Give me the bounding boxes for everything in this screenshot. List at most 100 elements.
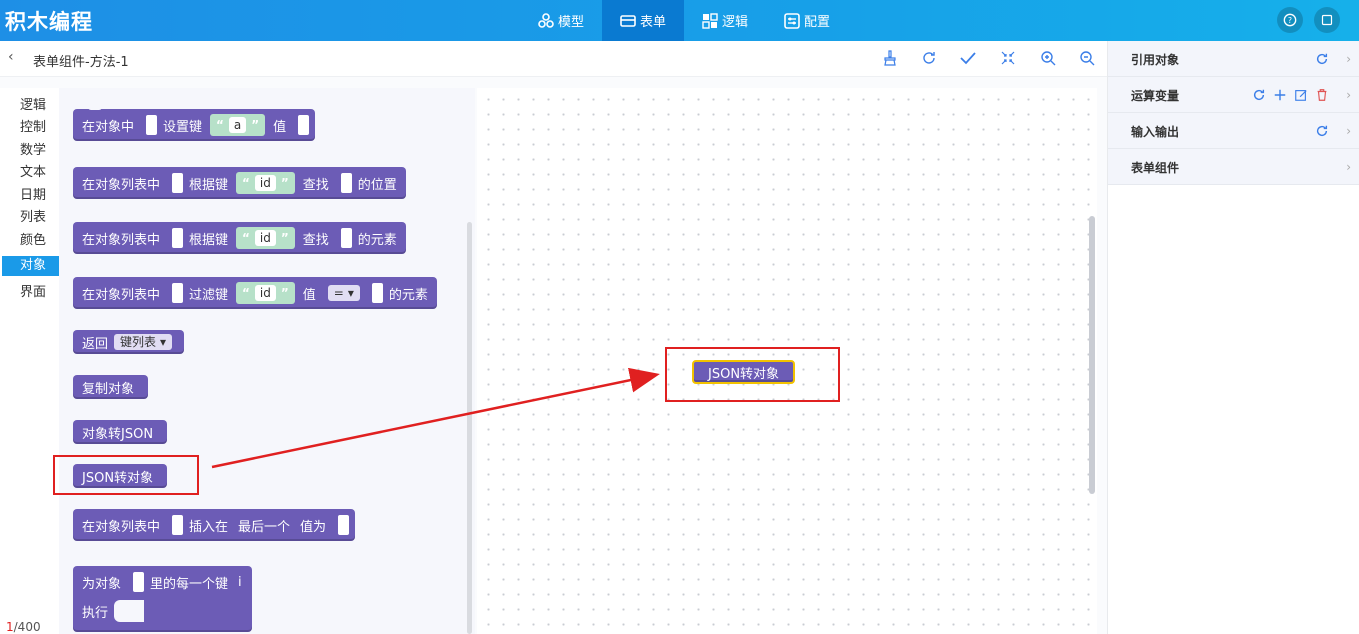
- block-return-keys[interactable]: 返回 键列表 ▾: [73, 330, 185, 354]
- input-slot[interactable]: [172, 228, 184, 248]
- category-text[interactable]: 文本: [20, 161, 46, 180]
- back-button[interactable]: ‹: [8, 49, 14, 65]
- section-label: 输入输出: [1131, 125, 1180, 139]
- block-text: 在对象列表中: [82, 232, 161, 248]
- app-title: 积木编程: [5, 10, 93, 34]
- block-copy-object[interactable]: 复制对象: [73, 375, 149, 399]
- logic-icon: [702, 12, 718, 29]
- dropdown-value: 键列表: [120, 335, 157, 349]
- operator-dropdown[interactable]: = ▾: [327, 285, 360, 301]
- breadcrumb: 表单组件-方法-1: [33, 55, 129, 70]
- block-text: 根据键: [189, 232, 229, 248]
- block-for-each-key[interactable]: 为对象 里的每一个键 i 执行: [73, 566, 252, 632]
- block-text: 值: [273, 119, 287, 135]
- nav-tab-config[interactable]: 配置: [766, 0, 848, 41]
- category-logic[interactable]: 逻辑: [20, 94, 46, 113]
- block-object-set-key[interactable]: 在对象中 设置键 “ a ” 值: [73, 105, 316, 141]
- refresh-icon[interactable]: [920, 49, 938, 67]
- edit-icon[interactable]: [1294, 88, 1308, 102]
- dropdown-arrow-icon: ▾: [347, 286, 354, 300]
- input-slot[interactable]: [172, 515, 184, 535]
- editor-toolbar: ‹ 表单组件-方法-1: [0, 41, 1107, 77]
- config-icon: [784, 12, 800, 29]
- input-slot[interactable]: [146, 115, 158, 135]
- input-slot[interactable]: [172, 283, 184, 303]
- string-value[interactable]: a: [228, 117, 247, 133]
- input-slot[interactable]: [340, 228, 352, 248]
- block-list-filter[interactable]: 在对象列表中 过滤键 “ id ” 值 = ▾ 的元素: [73, 277, 437, 309]
- input-slot[interactable]: [340, 173, 352, 193]
- clean-icon[interactable]: [881, 49, 899, 67]
- highlight-box-target: [665, 347, 840, 402]
- section-referenced-objects[interactable]: 引用对象 ›: [1108, 41, 1359, 77]
- nav-tab-model[interactable]: 模型: [520, 0, 602, 41]
- block-counter: 1/400: [6, 620, 41, 634]
- top-bar: 积木编程 模型 表单 逻辑 配置 ?: [0, 0, 1359, 41]
- string-value[interactable]: id: [254, 230, 276, 246]
- input-slot[interactable]: [133, 572, 145, 592]
- counter-current: 1: [6, 620, 14, 634]
- input-slot[interactable]: [371, 283, 383, 303]
- zoom-out-icon[interactable]: [1078, 49, 1096, 67]
- nav-tab-form-label: 表单: [639, 15, 666, 30]
- block-text: 过滤键: [189, 287, 229, 303]
- block-text: 根据键: [189, 177, 229, 193]
- quote-icon: ”: [280, 176, 289, 190]
- fullscreen-icon[interactable]: [1314, 7, 1340, 33]
- category-control[interactable]: 控制: [20, 116, 46, 135]
- add-icon[interactable]: [1273, 88, 1287, 102]
- block-text: 的元素: [357, 232, 397, 248]
- block-list-find-index[interactable]: 在对象列表中 根据键 “ id ” 查找 的位置: [73, 167, 406, 199]
- section-variables[interactable]: 运算变量 ›: [1108, 77, 1359, 113]
- right-panel: 引用对象 › 运算变量 › 输入输出 › 表单组件 ›: [1107, 41, 1359, 634]
- block-text: 在对象列表中: [82, 519, 161, 535]
- help-icon[interactable]: ?: [1277, 7, 1303, 33]
- string-value[interactable]: id: [254, 285, 276, 301]
- block-text: 返回: [82, 336, 109, 352]
- string-input[interactable]: “ id ”: [236, 172, 295, 194]
- delete-icon[interactable]: [1315, 88, 1329, 102]
- block-text: 查找: [302, 232, 329, 248]
- return-dropdown[interactable]: 键列表 ▾: [114, 334, 173, 350]
- block-notch: [88, 105, 102, 110]
- chevron-right-icon: ›: [1346, 160, 1351, 174]
- section-form-components[interactable]: 表单组件 ›: [1108, 149, 1359, 185]
- string-value[interactable]: id: [254, 175, 276, 191]
- refresh-icon[interactable]: [1315, 52, 1329, 66]
- refresh-icon[interactable]: [1315, 124, 1329, 138]
- block-text: 查找: [302, 177, 329, 193]
- input-slot[interactable]: [298, 115, 310, 135]
- section-label: 运算变量: [1131, 89, 1180, 103]
- zoom-in-icon[interactable]: [1039, 49, 1057, 67]
- refresh-icon[interactable]: [1252, 88, 1266, 102]
- canvas-scrollbar[interactable]: [1089, 216, 1095, 494]
- block-text: 值: [302, 287, 316, 303]
- category-color[interactable]: 颜色: [20, 229, 46, 248]
- section-input-output[interactable]: 输入输出 ›: [1108, 113, 1359, 149]
- category-object[interactable]: 对象: [2, 256, 59, 276]
- category-date[interactable]: 日期: [20, 184, 46, 203]
- block-text: 复制对象: [82, 381, 135, 397]
- block-object-to-json[interactable]: 对象转JSON: [73, 420, 168, 444]
- string-input[interactable]: “ id ”: [236, 282, 295, 304]
- nav-tab-logic[interactable]: 逻辑: [684, 0, 766, 41]
- flyout-scrollbar[interactable]: [467, 222, 472, 634]
- check-icon[interactable]: [959, 49, 977, 67]
- category-list[interactable]: 列表: [20, 206, 46, 225]
- nav-tab-form[interactable]: 表单: [602, 0, 684, 41]
- collapse-icon[interactable]: [999, 49, 1017, 67]
- string-input[interactable]: “ id ”: [236, 227, 295, 249]
- category-ui[interactable]: 界面: [20, 281, 46, 300]
- input-slot[interactable]: [172, 173, 184, 193]
- block-text: 在对象列表中: [82, 287, 161, 303]
- highlight-box-source: [53, 455, 199, 495]
- string-input[interactable]: “ a ”: [210, 114, 266, 136]
- block-list-find-element[interactable]: 在对象列表中 根据键 “ id ” 查找 的元素: [73, 222, 406, 254]
- loop-variable[interactable]: i: [238, 575, 242, 590]
- block-text: 对象转JSON: [82, 426, 154, 442]
- statement-slot[interactable]: [114, 600, 145, 622]
- category-math[interactable]: 数学: [20, 139, 46, 158]
- model-icon: [538, 12, 554, 28]
- input-slot[interactable]: [338, 515, 350, 535]
- block-list-insert[interactable]: 在对象列表中 插入在 最后一个 值为: [73, 509, 356, 541]
